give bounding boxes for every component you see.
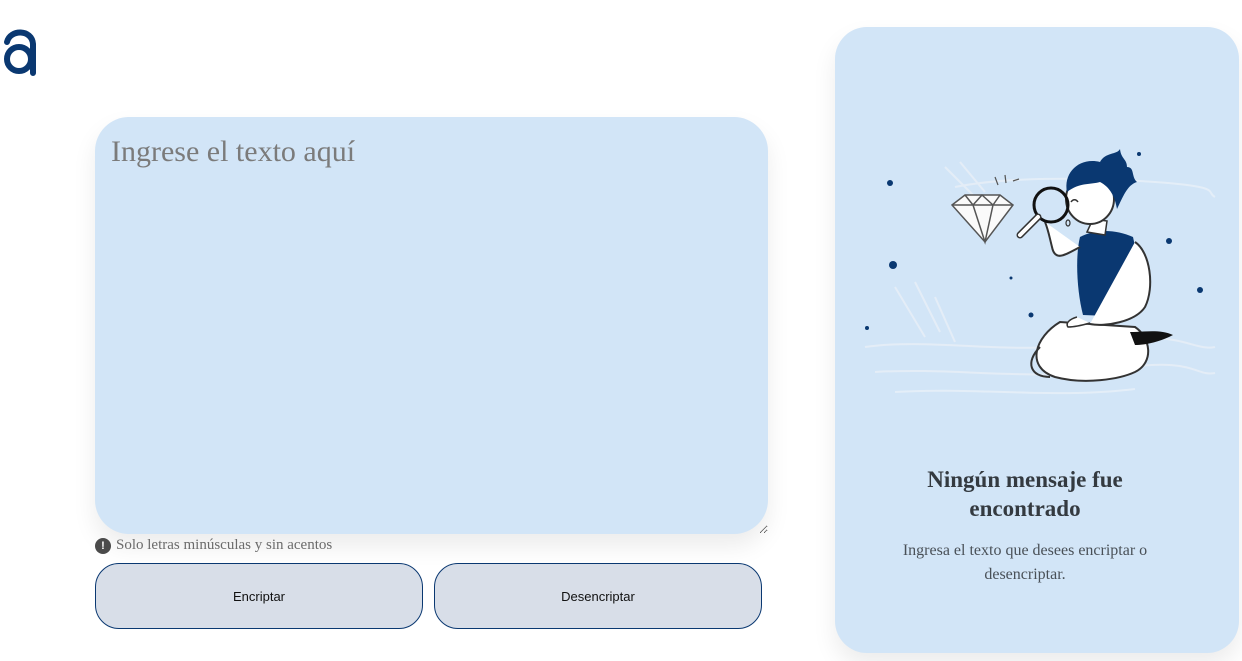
hint-text: Solo letras minúsculas y sin acentos (116, 537, 333, 553)
input-hint: ! Solo letras minúsculas y sin acentos (95, 537, 332, 554)
decrypt-button[interactable]: Desencriptar (434, 563, 762, 629)
text-input-card (95, 117, 768, 534)
page: ! Solo letras minúsculas y sin acentos E… (0, 0, 1242, 661)
output-panel: Ningún mensaje fue encontrado Ingresa el… (835, 27, 1239, 653)
no-message-title: Ningún mensaje fue encontrado (927, 467, 1123, 521)
no-message-text: Ingresa el texto que desees encriptar o … (902, 542, 1148, 583)
exclamation-circle-icon: ! (95, 537, 111, 554)
alura-logo-icon (4, 29, 36, 76)
search-illustration-icon (864, 149, 1216, 395)
encrypt-button[interactable]: Encriptar (95, 563, 423, 629)
text-input[interactable] (95, 117, 768, 534)
